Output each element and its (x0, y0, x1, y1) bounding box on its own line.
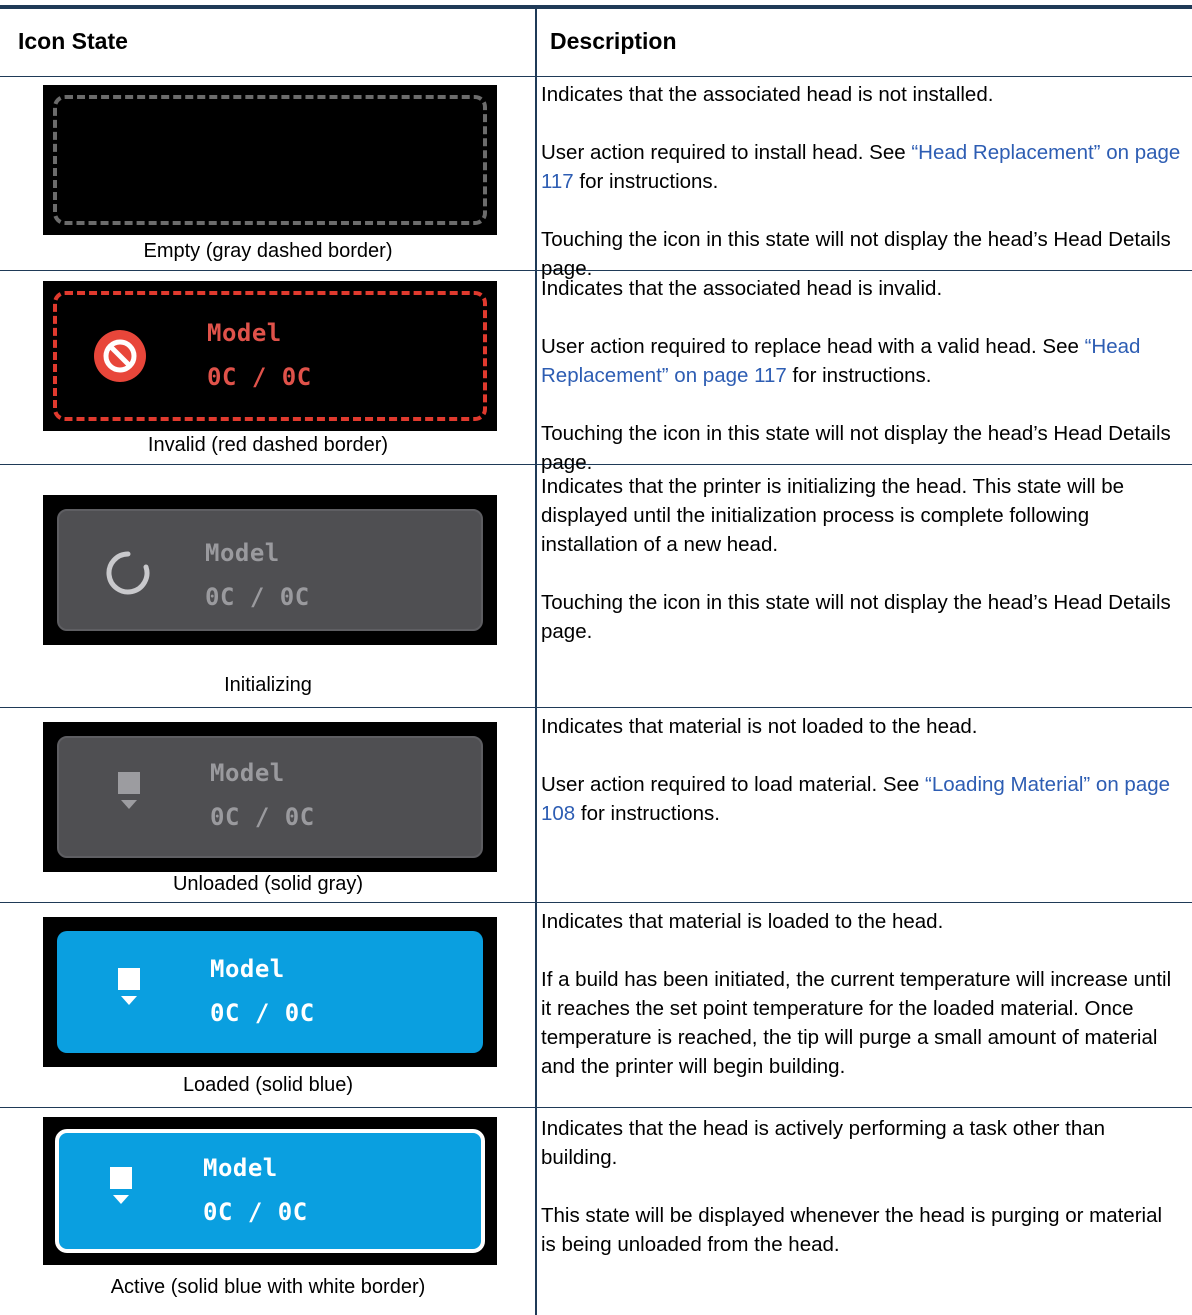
desc-text: Indicates that the associated head is no… (541, 83, 994, 106)
desc-text: Indicates that material is not loaded to… (541, 715, 978, 738)
caption-loaded: Loaded (solid blue) (182, 1074, 354, 1096)
table-row-initializing: Model 0C / 0C Initializing Indicates tha… (0, 465, 1192, 708)
description-initializing: Indicates that the printer is initializi… (541, 472, 1181, 646)
head-icon-initializing: Model 0C / 0C (43, 495, 497, 645)
head-temperature: 0C / 0C (207, 363, 312, 391)
nozzle-body (118, 772, 140, 794)
nozzle-tip (121, 996, 137, 1005)
head-temperature: 0C / 0C (205, 583, 310, 611)
head-temperature: 0C / 0C (210, 999, 315, 1027)
header-description: Description (550, 28, 677, 54)
prohibited-icon (94, 330, 146, 382)
head-temperature: 0C / 0C (210, 803, 315, 831)
table-row-unloaded: Model 0C / 0C Unloaded (solid gray) Indi… (0, 708, 1192, 903)
desc-text: Touching the icon in this state will not… (541, 591, 1171, 643)
head-title: Model (203, 1154, 278, 1182)
desc-text-part: User action required to replace head wit… (541, 335, 1085, 358)
description-unloaded: Indicates that material is not loaded to… (541, 712, 1181, 828)
desc-text: User action required to replace head wit… (541, 332, 1181, 390)
head-icon-unloaded: Model 0C / 0C (43, 722, 497, 872)
table-row-active: Model 0C / 0C Active (solid blue with wh… (0, 1108, 1192, 1315)
solid-gray-fill (57, 736, 483, 858)
description-invalid: Indicates that the associated head is in… (541, 274, 1181, 477)
desc-text-part: User action required to install head. Se… (541, 141, 912, 164)
nozzle-body (110, 1167, 132, 1189)
description-empty: Indicates that the associated head is no… (541, 80, 1181, 283)
table-row-empty: Empty (gray dashed border) Indicates tha… (0, 77, 1192, 280)
description-loaded: Indicates that material is loaded to the… (541, 907, 1181, 1081)
caption-empty: Empty (gray dashed border) (143, 240, 393, 262)
head-title: Model (210, 759, 285, 787)
caption-invalid: Invalid (red dashed border) (147, 434, 389, 456)
desc-text: Indicates that material is loaded to the… (541, 910, 944, 933)
desc-text: User action required to install head. Se… (541, 138, 1181, 196)
desc-text: Indicates that the associated head is in… (541, 277, 943, 300)
desc-text: User action required to load material. S… (541, 770, 1181, 828)
head-icon-loaded: Model 0C / 0C (43, 917, 497, 1067)
nozzle-tip (121, 800, 137, 809)
table-row-invalid: Model 0C / 0C Invalid (red dashed border… (0, 271, 1192, 474)
caption-initializing: Initializing (224, 674, 312, 696)
blue-white-border-fill (55, 1129, 485, 1253)
nozzle-tip (113, 1195, 129, 1204)
nozzle-body (118, 968, 140, 990)
desc-text-part: for instructions. (575, 802, 720, 825)
head-temperature: 0C / 0C (203, 1198, 308, 1226)
head-icon-invalid: Model 0C / 0C (43, 281, 497, 431)
head-icon-active: Model 0C / 0C (43, 1117, 497, 1265)
desc-text-part: User action required to load material. S… (541, 773, 926, 796)
desc-text: Indicates that the printer is initializi… (541, 475, 1125, 556)
column-divider (535, 9, 537, 1315)
desc-text: This state will be displayed whenever th… (541, 1204, 1163, 1256)
table-header: Icon State Description (0, 9, 1192, 77)
head-icon-empty (43, 85, 497, 235)
header-icon-state: Icon State (18, 28, 128, 54)
caption-active: Active (solid blue with white border) (110, 1276, 426, 1298)
caption-unloaded: Unloaded (solid gray) (172, 873, 364, 895)
description-active: Indicates that the head is actively perf… (541, 1114, 1181, 1259)
head-title: Model (210, 955, 285, 983)
gray-dashed-border (53, 95, 487, 225)
desc-text: If a build has been initiated, the curre… (541, 968, 1172, 1078)
desc-text-part: for instructions. (786, 364, 932, 387)
table-row-loaded: Model 0C / 0C Loaded (solid blue) Indica… (0, 903, 1192, 1108)
solid-blue-fill (57, 931, 483, 1053)
head-title: Model (205, 539, 280, 567)
head-title: Model (207, 319, 282, 347)
desc-text: Indicates that the head is actively perf… (541, 1117, 1106, 1169)
desc-text-part: for instructions. (573, 170, 719, 193)
spinner-icon (106, 551, 150, 595)
